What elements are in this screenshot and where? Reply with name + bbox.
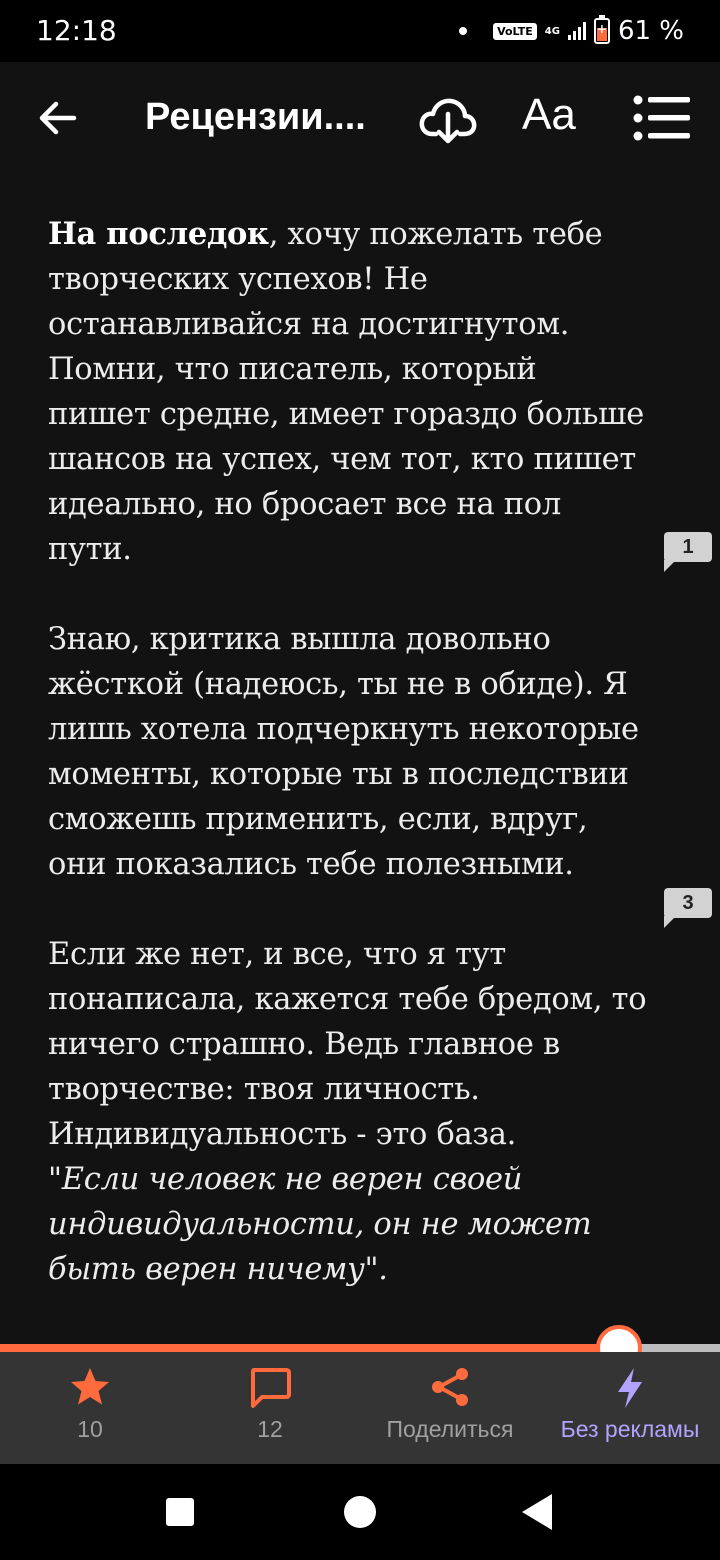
lightning-icon <box>618 1368 642 1408</box>
volte-badge: VoLTE <box>493 22 537 40</box>
battery-percent: 61 % <box>617 16 684 46</box>
paragraph-1-text: , хочу пожелать тебе творческих успехов!… <box>48 217 644 567</box>
comment-badge-tail <box>664 916 676 928</box>
no-ads-label: Без рекламы <box>560 1416 700 1442</box>
star-icon <box>71 1368 109 1405</box>
chapter-list-icon[interactable] <box>632 94 692 142</box>
comment-count: 3 <box>664 888 712 918</box>
cloud-download-icon[interactable] <box>418 92 478 144</box>
app-bar: Рецензии.... Aa <box>0 62 720 172</box>
progress-fill <box>0 1344 620 1352</box>
status-bar: 12:18 VoLTE 4G + 61 % <box>0 0 720 62</box>
comments-button[interactable]: 12 <box>180 1352 360 1464</box>
share-icon <box>432 1368 468 1406</box>
paragraph-comment-badge[interactable]: 1 <box>664 532 712 572</box>
paragraph-3-text: Если же нет, и все, что я тут понаписала… <box>48 937 647 1152</box>
quote-text: "Если человек не верен своей индивидуаль… <box>48 1162 592 1287</box>
no-ads-button[interactable]: Без рекламы <box>540 1352 720 1464</box>
network-type: 4G <box>544 25 560 37</box>
font-settings-button[interactable]: Aa <box>522 90 576 140</box>
reader-text: На последок, хочу пожелать тебе творческ… <box>48 212 648 1292</box>
comments-count: 12 <box>257 1416 283 1442</box>
paragraph-3: Если же нет, и все, что я тут понаписала… <box>48 932 648 1292</box>
paragraph-comment-badge[interactable]: 3 <box>664 888 712 928</box>
notification-dot-icon <box>459 27 468 35</box>
signal-icon <box>567 22 586 40</box>
share-button[interactable]: Поделиться <box>360 1352 540 1464</box>
comment-badge-tail <box>664 560 676 572</box>
status-icons: VoLTE 4G + 61 % <box>459 14 684 48</box>
paragraph-2: Знаю, критика вышла довольно жёсткой (на… <box>48 622 639 882</box>
reading-progress-bar[interactable] <box>0 1325 720 1371</box>
comment-icon <box>251 1368 291 1408</box>
rating-button[interactable]: 10 <box>0 1352 180 1464</box>
battery-icon: + <box>593 15 610 44</box>
page-title: Рецензии.... <box>145 96 366 138</box>
home-icon[interactable] <box>344 1496 376 1528</box>
share-label: Поделиться <box>386 1416 514 1442</box>
bold-text: На последок <box>48 216 269 252</box>
comment-count: 1 <box>664 532 712 562</box>
back-arrow-icon[interactable] <box>30 90 86 146</box>
nav-back-icon[interactable] <box>522 1494 552 1530</box>
system-nav-bar <box>0 1464 720 1560</box>
paragraph-1: На последок, хочу пожелать тебе творческ… <box>48 212 648 572</box>
rating-count: 10 <box>77 1416 103 1442</box>
bottom-action-bar: 10 12 Поделиться Без рекламы <box>0 1352 720 1464</box>
status-time: 12:18 <box>36 14 117 47</box>
recents-icon[interactable] <box>166 1498 194 1526</box>
